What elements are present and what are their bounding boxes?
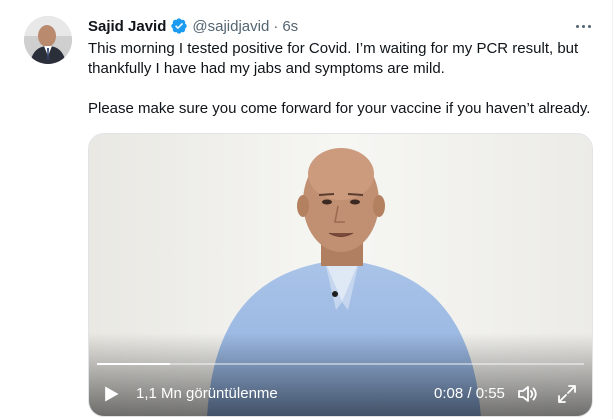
fullscreen-icon[interactable] (555, 382, 579, 406)
video-time: 0:08 / 0:55 (434, 385, 505, 402)
tweet-timestamp[interactable]: 6s (282, 18, 298, 35)
video-player[interactable]: 1,1 Mn görüntülenme 0:08 / 0:55 (88, 133, 593, 417)
tweet-card[interactable]: Sajid Javid @sajidjavid · 6s This mornin… (0, 0, 613, 419)
view-count: 1,1 Mn görüntülenme (136, 385, 278, 402)
author-name[interactable]: Sajid Javid (88, 18, 166, 35)
video-progress-fill (97, 363, 171, 365)
video-progress-bar[interactable] (97, 363, 584, 365)
author-handle[interactable]: @sajidjavid (192, 18, 269, 35)
volume-icon[interactable] (515, 382, 539, 406)
verified-badge-icon (171, 18, 188, 34)
tweet-header: Sajid Javid @sajidjavid · 6s (88, 16, 298, 36)
header-separator: · (273, 17, 279, 35)
tweet-paragraph: Please make sure you come forward for yo… (88, 100, 591, 117)
video-controls: 1,1 Mn görüntülenme 0:08 / 0:55 (89, 374, 592, 414)
more-options-icon[interactable] (571, 14, 595, 38)
avatar[interactable] (24, 16, 72, 64)
tweet-paragraph: This morning I tested positive for Covid… (88, 40, 579, 77)
play-icon[interactable] (101, 384, 121, 404)
tweet-text: This morning I tested positive for Covid… (88, 39, 593, 119)
avatar-image (24, 16, 72, 64)
